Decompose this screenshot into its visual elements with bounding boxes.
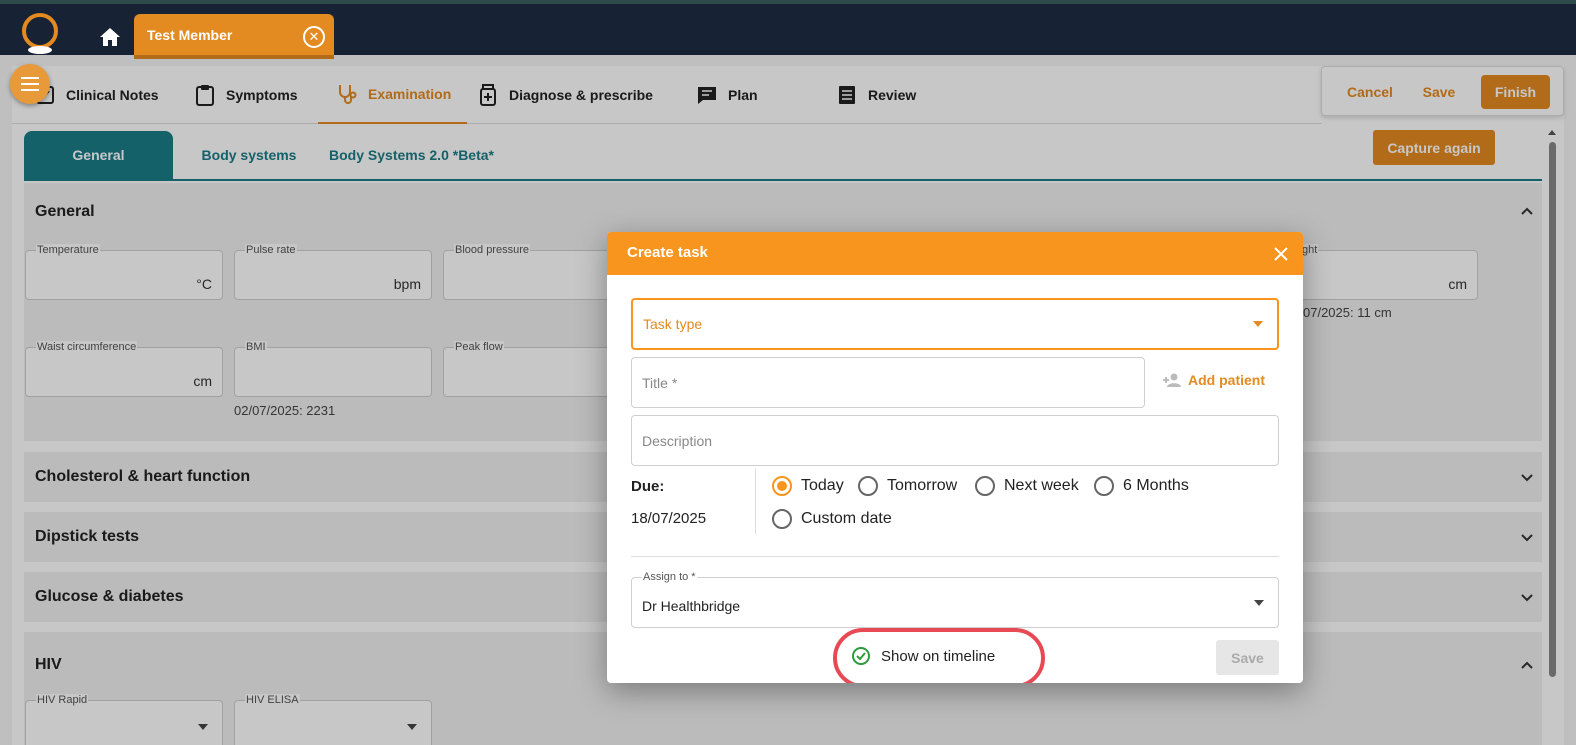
app-logo-icon[interactable] <box>19 13 61 55</box>
add-person-icon <box>1163 373 1181 387</box>
create-task-dialog: Create task Task type Title * Add patien… <box>607 232 1303 683</box>
due-6-months-radio[interactable]: 6 Months <box>1094 476 1189 496</box>
member-tab[interactable]: Test Member ✕ <box>134 14 334 59</box>
menu-icon[interactable] <box>10 64 50 104</box>
add-patient-button[interactable]: Add patient <box>1162 372 1265 388</box>
dialog-title: Create task <box>627 244 708 261</box>
description-input[interactable]: Description <box>631 415 1279 466</box>
close-icon[interactable] <box>1271 244 1291 264</box>
due-custom-date-radio[interactable]: Custom date <box>772 509 892 529</box>
member-tab-label: Test Member <box>147 27 233 43</box>
title-input[interactable]: Title * <box>631 357 1145 408</box>
dialog-header: Create task <box>607 232 1303 275</box>
top-bar: Test Member ✕ <box>0 0 1576 59</box>
due-next-week-radio[interactable]: Next week <box>975 476 1079 496</box>
home-icon[interactable] <box>98 26 122 48</box>
show-on-timeline-toggle[interactable]: Show on timeline <box>851 646 995 666</box>
dropdown-caret-icon <box>1253 321 1263 327</box>
due-tomorrow-radio[interactable]: Tomorrow <box>858 476 957 496</box>
due-date: 18/07/2025 <box>631 510 707 527</box>
due-today-radio[interactable]: Today <box>772 476 844 496</box>
divider <box>755 468 756 534</box>
task-type-select[interactable]: Task type <box>631 298 1279 350</box>
dropdown-caret-icon <box>1254 599 1264 606</box>
task-save-button[interactable]: Save <box>1216 640 1279 675</box>
assign-to-select[interactable]: Assign to * Dr Healthbridge <box>631 571 1279 628</box>
divider <box>631 556 1279 557</box>
close-member-tab-icon[interactable]: ✕ <box>303 26 325 48</box>
check-circle-icon <box>852 647 870 665</box>
due-label: Due: <box>631 478 665 495</box>
